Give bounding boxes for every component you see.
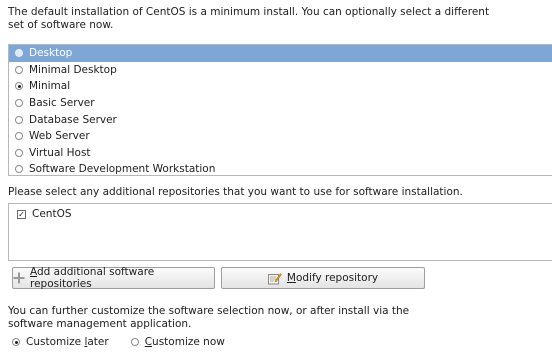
radio-icon[interactable] xyxy=(15,148,23,157)
software-set-database-server[interactable]: Database Server xyxy=(9,111,552,128)
radio-checked-icon[interactable] xyxy=(12,338,20,346)
add-icon xyxy=(13,272,25,284)
customize-options: Customize later Customize now xyxy=(12,336,247,348)
software-set-basic-server[interactable]: Basic Server xyxy=(9,95,552,112)
customize-later-option[interactable]: Customize later xyxy=(12,336,109,348)
add-repositories-button[interactable]: Add additional software repositories xyxy=(12,266,215,290)
radio-icon[interactable] xyxy=(15,132,23,141)
customize-later-label: Customize later xyxy=(26,336,109,348)
repository-item-centos[interactable]: ✓ CentOS xyxy=(9,204,552,220)
software-set-label: Minimal xyxy=(29,80,71,93)
radio-icon[interactable] xyxy=(15,49,23,58)
radio-icon[interactable] xyxy=(130,338,139,346)
customize-description: You can further customize the software s… xyxy=(8,305,410,330)
software-set-label: Minimal Desktop xyxy=(29,63,117,76)
software-set-virtual-host[interactable]: Virtual Host xyxy=(9,145,552,162)
intro-text: The default installation of CentOS is a … xyxy=(8,6,490,31)
edit-icon xyxy=(267,272,282,285)
radio-icon[interactable] xyxy=(15,115,23,124)
checkbox-checked-icon[interactable]: ✓ xyxy=(17,209,26,219)
add-repositories-label: Add additional software repositories xyxy=(30,266,155,290)
software-set-label: Desktop xyxy=(29,47,73,60)
software-set-software-development-workstation[interactable]: Software Development Workstation xyxy=(9,161,552,176)
repository-label: CentOS xyxy=(32,208,72,220)
software-set-minimal-desktop[interactable]: Minimal Desktop xyxy=(9,62,552,79)
customize-now-option[interactable]: Customize now xyxy=(130,336,225,348)
software-set-label: Software Development Workstation xyxy=(29,163,216,176)
software-set-web-server[interactable]: Web Server xyxy=(9,128,552,145)
customize-now-label: Customize now xyxy=(144,336,225,348)
modify-repository-label: Modify repository xyxy=(286,272,379,284)
software-set-label: Virtual Host xyxy=(29,146,91,159)
software-set-list[interactable]: Desktop Minimal Desktop Minimal Basic Se… xyxy=(8,44,552,176)
radio-icon[interactable] xyxy=(15,65,23,74)
repositories-label: Please select any additional repositorie… xyxy=(8,186,463,198)
software-set-label: Database Server xyxy=(29,113,117,126)
radio-checked-icon[interactable] xyxy=(15,82,23,91)
software-set-label: Basic Server xyxy=(29,97,95,110)
software-set-minimal[interactable]: Minimal xyxy=(9,78,552,95)
radio-icon[interactable] xyxy=(15,99,23,108)
modify-repository-button[interactable]: Modify repository xyxy=(221,267,425,289)
repository-list[interactable]: ✓ CentOS xyxy=(8,203,552,261)
software-set-desktop[interactable]: Desktop xyxy=(9,45,552,62)
radio-icon[interactable] xyxy=(15,165,23,174)
software-set-label: Web Server xyxy=(29,130,90,143)
